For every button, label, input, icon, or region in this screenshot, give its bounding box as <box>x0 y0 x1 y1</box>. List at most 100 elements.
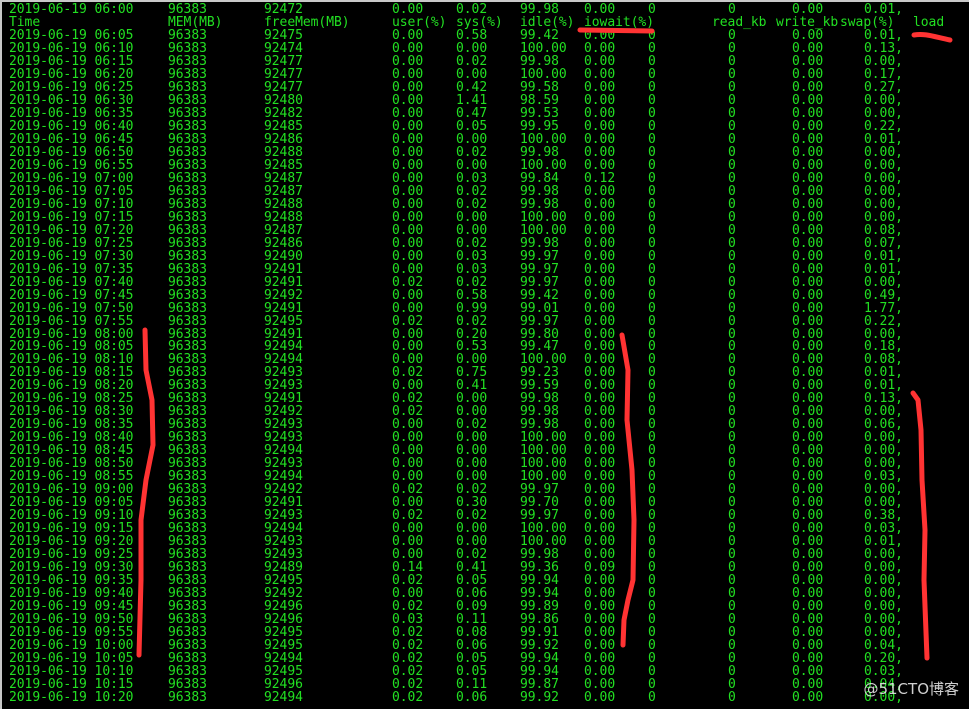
mem-cell: 96383 <box>168 131 207 147</box>
sys-cell: 0.42 <box>456 79 488 95</box>
write-kb-cell: 0.00 <box>792 92 824 108</box>
time-cell: 2019-06-19 06:40 <box>9 118 134 134</box>
mem-cell: 96383 <box>168 287 207 303</box>
time-cell: 2019-06-19 10:15 <box>9 676 134 692</box>
col7-cell: 0 <box>648 53 656 69</box>
swap-cell: 0.49, <box>864 287 903 303</box>
write-kb-cell: 0.00 <box>792 105 824 121</box>
free-mem-cell: 92496 <box>264 676 303 692</box>
iowait-cell: 0.00 <box>584 144 616 160</box>
table-row: 2019-06-19 06:35 96383 92482 0.00 0.47 99.53 0… <box>2 107 969 120</box>
read-kb-cell: 0 <box>728 105 736 121</box>
iowait-cell: 0.00 <box>584 300 616 316</box>
free-mem-cell: 92491 <box>264 300 303 316</box>
free-mem-cell: 92477 <box>264 66 303 82</box>
read-kb-cell: 0 <box>728 118 736 134</box>
free-mem-cell: 92486 <box>264 235 303 251</box>
read-kb-cell: 0 <box>728 248 736 264</box>
free-mem-cell: 92474 <box>264 40 303 56</box>
free-mem-cell: 92491 <box>264 274 303 290</box>
mem-cell: 96383 <box>168 183 207 199</box>
sys-cell: 0.06 <box>456 689 488 705</box>
swap-cell: 1.77, <box>864 300 903 316</box>
sys-cell: 0.02 <box>456 274 488 290</box>
read-kb-cell: 0 <box>728 313 736 329</box>
col7-cell: 0 <box>648 287 656 303</box>
write-kb-cell: 0.00 <box>792 261 824 277</box>
user-cell: 0.00 <box>392 196 424 212</box>
sys-cell: 0.02 <box>456 144 488 160</box>
swap-cell: 0.00, <box>864 144 903 160</box>
user-cell: 0.00 <box>392 222 424 238</box>
read-kb-cell: 0 <box>728 144 736 160</box>
swap-cell: 0.27, <box>864 79 903 95</box>
col7-cell: 0 <box>648 131 656 147</box>
time-cell: 2019-06-19 07:50 <box>9 300 134 316</box>
free-mem-cell: 92488 <box>264 144 303 160</box>
write-kb-cell: 0.00 <box>792 183 824 199</box>
write-kb-cell: 0.00 <box>792 170 824 186</box>
mem-cell: 96383 <box>168 261 207 277</box>
time-cell: 2019-06-19 07:35 <box>9 261 134 277</box>
user-cell: 0.00 <box>392 131 424 147</box>
idle-cell: 100.00 <box>520 40 567 56</box>
col7-cell: 0 <box>648 170 656 186</box>
free-mem-cell: 92480 <box>264 92 303 108</box>
swap-cell: 0.01, <box>864 261 903 277</box>
col7-cell: 0 <box>648 27 656 43</box>
sys-cell: 0.03 <box>456 261 488 277</box>
time-cell: 2019-06-19 07:05 <box>9 183 134 199</box>
iowait-cell: 0.00 <box>584 131 616 147</box>
idle-cell: 99.53 <box>520 105 559 121</box>
free-mem-cell: 92490 <box>264 248 303 264</box>
write-kb-cell: 0.00 <box>792 79 824 95</box>
col7-cell: 0 <box>648 313 656 329</box>
time-cell: 2019-06-19 06:45 <box>9 131 134 147</box>
terminal-window[interactable]: 2019-06-19 06:00 96383 92472 0.00 0.02 99.98 0… <box>0 0 969 709</box>
mem-cell: 96383 <box>168 79 207 95</box>
idle-cell: 100.00 <box>520 131 567 147</box>
iowait-cell: 0.00 <box>584 689 616 705</box>
mem-cell: 96383 <box>168 222 207 238</box>
time-cell: 2019-06-19 06:10 <box>9 40 134 56</box>
read-kb-cell: 0 <box>728 66 736 82</box>
user-cell: 0.00 <box>392 248 424 264</box>
col7-cell: 0 <box>648 676 656 692</box>
table-row: 2019-06-19 07:05 96383 92487 0.00 0.02 99.98 0… <box>2 185 969 198</box>
user-cell: 0.02 <box>392 676 424 692</box>
table-row: 2019-06-19 06:30 96383 92480 0.00 1.41 98.59 0… <box>2 94 969 107</box>
sys-cell: 0.03 <box>456 170 488 186</box>
user-cell: 0.00 <box>392 79 424 95</box>
read-kb-cell: 0 <box>728 261 736 277</box>
idle-cell: 99.98 <box>520 235 559 251</box>
swap-cell: 0.01, <box>864 131 903 147</box>
user-cell: 0.00 <box>392 53 424 69</box>
iowait-cell: 0.00 <box>584 209 616 225</box>
iowait-cell: 0.00 <box>584 287 616 303</box>
write-kb-cell: 0.00 <box>792 274 824 290</box>
read-kb-cell: 0 <box>728 170 736 186</box>
iowait-cell: 0.00 <box>584 27 616 43</box>
col7-cell: 0 <box>648 261 656 277</box>
time-cell: 2019-06-19 07:00 <box>9 170 134 186</box>
table-row: 2019-06-19 07:30 96383 92490 0.00 0.03 99.97 0… <box>2 250 969 263</box>
free-mem-cell: 92475 <box>264 27 303 43</box>
swap-cell: 0.01, <box>864 248 903 264</box>
sys-cell: 0.58 <box>456 27 488 43</box>
idle-cell: 99.97 <box>520 261 559 277</box>
iowait-cell: 0.00 <box>584 157 616 173</box>
time-cell: 2019-06-19 07:30 <box>9 248 134 264</box>
sys-cell: 0.58 <box>456 287 488 303</box>
table-row: 2019-06-19 06:55 96383 92485 0.00 0.00 100.00… <box>2 159 969 172</box>
mem-cell: 96383 <box>168 235 207 251</box>
iowait-cell: 0.00 <box>584 676 616 692</box>
read-kb-cell: 0 <box>728 209 736 225</box>
idle-cell: 98.59 <box>520 92 559 108</box>
mem-cell: 96383 <box>168 170 207 186</box>
time-cell: 2019-06-19 06:55 <box>9 157 134 173</box>
user-cell: 0.00 <box>392 40 424 56</box>
col7-cell: 0 <box>648 118 656 134</box>
read-kb-cell: 0 <box>728 157 736 173</box>
mem-cell: 96383 <box>168 313 207 329</box>
mem-cell: 96383 <box>168 27 207 43</box>
